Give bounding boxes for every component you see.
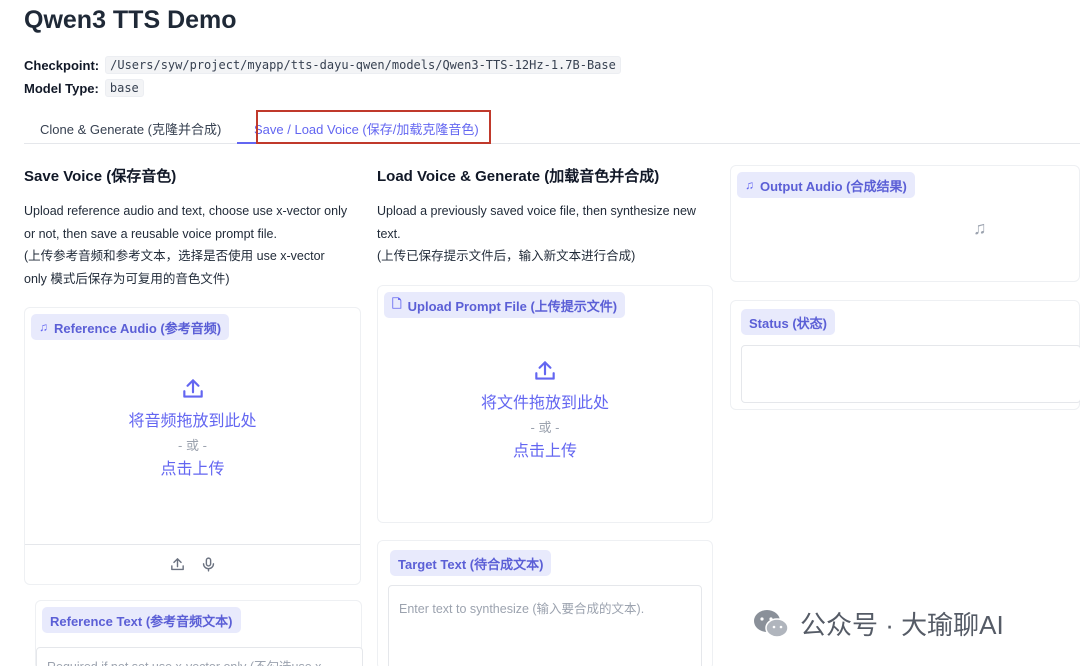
microphone-icon[interactable]: [200, 556, 217, 573]
status-card: Status (状态): [730, 300, 1080, 410]
load-voice-desc-line: (上传已保存提示文件后，输入新文本进行合成): [377, 249, 636, 263]
dropzone-text: 将文件拖放到此处: [480, 395, 609, 412]
output-audio-label: ♫ Output Audio (合成结果): [737, 172, 915, 198]
watermark: 公众号 · 大瑜聊AI: [752, 605, 1004, 642]
model-type-row: Model Type: base: [24, 79, 144, 97]
output-audio-label-text: Output Audio (合成结果): [760, 178, 907, 194]
load-voice-title: Load Voice & Generate (加载音色并合成): [377, 168, 660, 185]
target-text-input[interactable]: Enter text to synthesize (输入要合成的文本).: [388, 585, 702, 666]
tab-save-load-voice[interactable]: Save / Load Voice (保存/加载克隆音色): [254, 119, 479, 138]
watermark-text: 公众号 · 大瑜聊AI: [800, 610, 1004, 640]
upload-icon: [182, 379, 203, 398]
audio-source-toolbar: [25, 544, 360, 584]
status-output: [741, 345, 1080, 403]
checkpoint-row: Checkpoint: /Users/syw/project/myapp/tts…: [24, 56, 621, 74]
upload-prompt-label-text: Upload Prompt File (上传提示文件): [407, 298, 618, 314]
tab-clone-generate[interactable]: Clone & Generate (克隆并合成): [40, 119, 221, 138]
wechat-icon: [754, 609, 789, 638]
model-type-value: base: [104, 79, 144, 97]
reference-audio-label: ♫ Reference Audio (参考音频): [31, 314, 230, 340]
reference-audio-dropzone[interactable]: 将音频拖放到此处 - 或 - 点击上传: [25, 376, 360, 482]
reference-audio-card: ♫ Reference Audio (参考音频) 将音频拖放到此处 - 或 - …: [24, 307, 361, 585]
checkpoint-label: Checkpoint:: [24, 57, 100, 73]
click-upload-text[interactable]: 点击上传: [25, 458, 360, 482]
save-voice-description: Upload reference audio and text, choose …: [24, 200, 369, 290]
page-title: Qwen3 TTS Demo: [24, 6, 237, 34]
music-note-placeholder-icon: ♫: [973, 218, 987, 238]
save-voice-title: Save Voice (保存音色): [24, 168, 177, 185]
save-voice-desc-line: Upload reference audio and text, choose …: [24, 204, 348, 218]
save-voice-desc-line: (上传参考音频和参考文本，选择是否使用 use x-vector: [24, 249, 325, 263]
reference-audio-label-text: Reference Audio (参考音频): [54, 320, 222, 336]
prompt-file-dropzone[interactable]: 将文件拖放到此处 - 或 - 点击上传: [378, 358, 712, 464]
load-voice-description: Upload a previously saved voice file, th…: [377, 200, 722, 268]
target-text-card: Target Text (待合成文本) Enter text to synthe…: [377, 540, 713, 666]
model-type-label: Model Type:: [24, 80, 99, 96]
upload-prompt-label: 🗋 Upload Prompt File (上传提示文件): [384, 292, 626, 318]
file-icon: 🗋: [392, 296, 402, 311]
tab-bar: Clone & Generate (克隆并合成) Save / Load Voi…: [24, 110, 1080, 144]
dropzone-or-text: - 或 -: [530, 420, 560, 435]
dropzone-text: 将音频拖放到此处: [128, 413, 257, 430]
dropzone-or-text: - 或 -: [178, 438, 207, 453]
upload-source-icon[interactable]: [169, 556, 186, 573]
reference-text-card: Reference Text (参考音频文本) Required if not …: [35, 600, 363, 666]
music-note-icon: ♫: [745, 178, 754, 192]
music-note-icon: ♫: [39, 320, 48, 334]
active-tab-indicator: [237, 142, 469, 144]
save-voice-desc-line: only 模式后保存为可复用的音色文件): [24, 271, 230, 286]
load-voice-desc-line: text.: [377, 226, 401, 241]
reference-text-label: Reference Text (参考音频文本): [42, 607, 241, 633]
click-upload-text[interactable]: 点击上传: [378, 440, 712, 464]
upload-icon: [535, 361, 555, 380]
save-voice-desc-line: or not, then save a reusable voice promp…: [24, 226, 277, 241]
reference-text-input[interactable]: Required if not set use x-vector only (不…: [36, 647, 363, 666]
target-text-label: Target Text (待合成文本): [390, 550, 552, 576]
checkpoint-value: /Users/syw/project/myapp/tts-dayu-qwen/m…: [105, 56, 621, 74]
upload-prompt-card: 🗋 Upload Prompt File (上传提示文件) 将文件拖放到此处 -…: [377, 285, 713, 523]
status-label: Status (状态): [741, 309, 836, 335]
load-voice-desc-line: Upload a previously saved voice file, th…: [377, 204, 696, 218]
output-audio-card: ♫ Output Audio (合成结果) ♫: [730, 165, 1080, 282]
